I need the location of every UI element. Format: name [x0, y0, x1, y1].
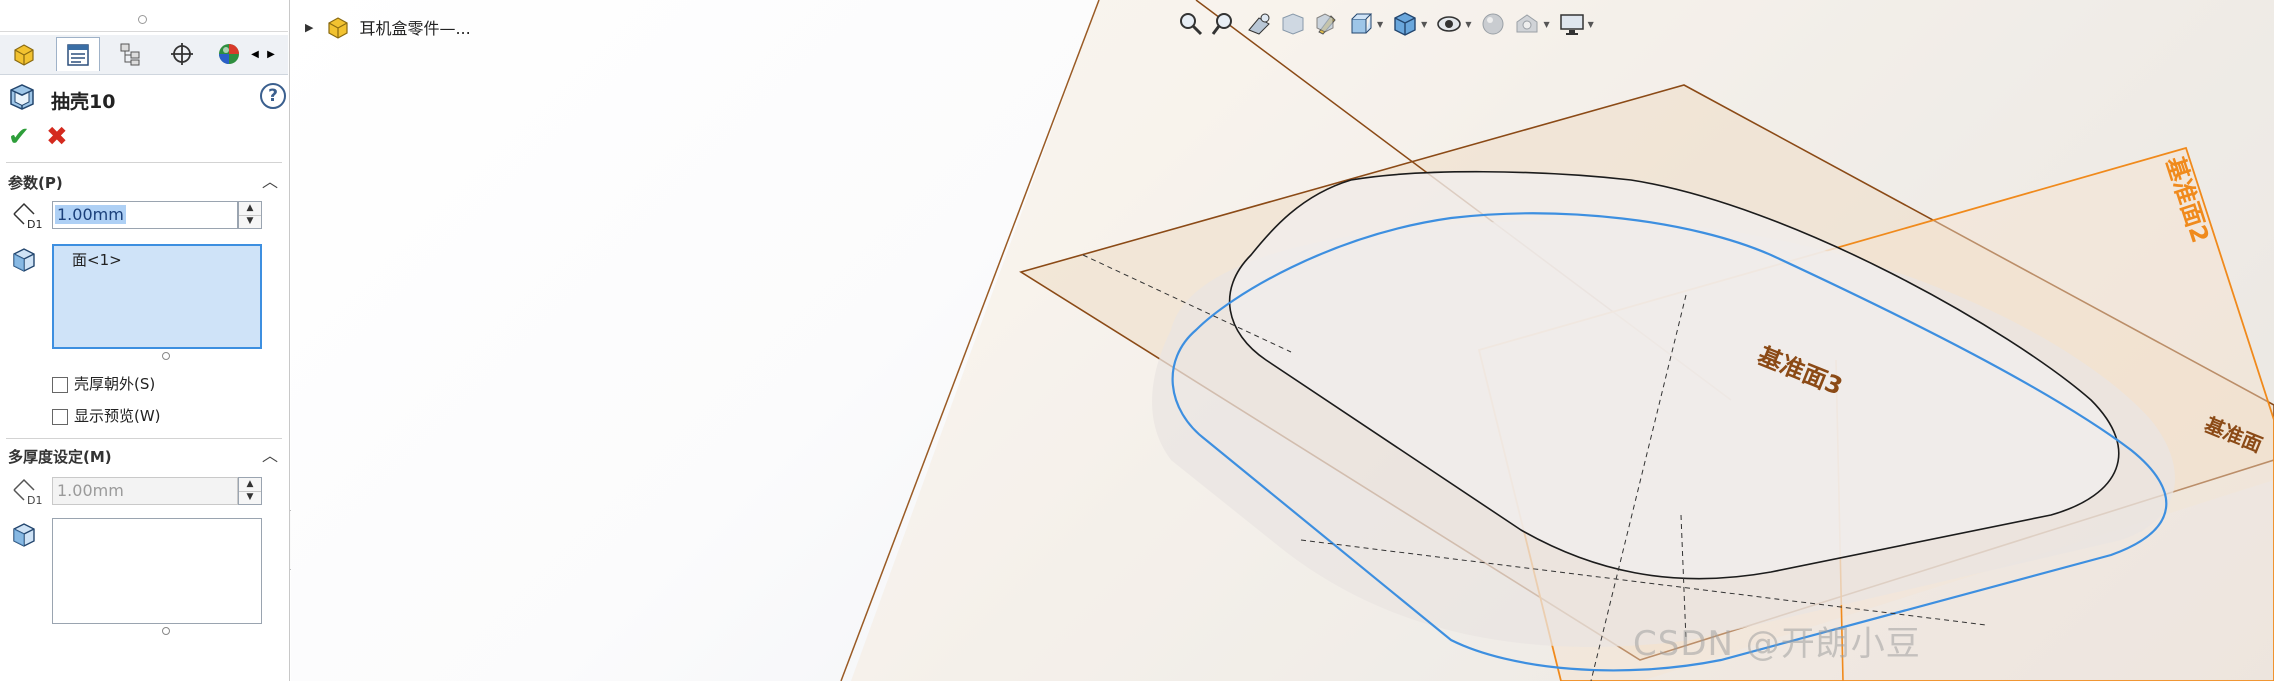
- panel-top-divider: [0, 31, 288, 32]
- appearance-ball-icon: [219, 44, 239, 64]
- thickness-dimension-icon: D1: [13, 202, 42, 230]
- multi-thickness-dimension-icon: D1: [13, 478, 42, 506]
- multi-thickness-input[interactable]: 1.00mm: [52, 477, 238, 505]
- crosshair-icon: [171, 43, 193, 65]
- edit-appearance-icon[interactable]: [1479, 10, 1507, 38]
- shell-outward-checkbox[interactable]: 壳厚朝外(S): [52, 373, 155, 393]
- tab-configurationmanager[interactable]: [108, 37, 152, 71]
- display-style-icon[interactable]: [1391, 10, 1419, 38]
- manager-tabs: ◀ ▶: [0, 35, 288, 75]
- section-divider: [6, 438, 282, 439]
- property-manager-panel: ◀ ▶ 抽壳10 ? ✔ ✖ 参数(P) ︿ D1 1.00mm ▲ ▼ 面<1…: [0, 0, 290, 681]
- selected-face-item[interactable]: 面<1>: [72, 249, 122, 270]
- multi-thickness-section-header[interactable]: 多厚度设定(M): [8, 446, 112, 467]
- checkbox-box[interactable]: [52, 376, 68, 393]
- spin-up-icon[interactable]: ▲: [239, 202, 261, 216]
- property-list-icon: [67, 43, 89, 66]
- checkbox-box[interactable]: [52, 408, 68, 425]
- tab-scroll-right[interactable]: ▶: [262, 37, 280, 71]
- face-select-icon: [13, 248, 35, 272]
- apply-scene-icon[interactable]: [1513, 10, 1541, 38]
- watermark: CSDN @开朗小豆: [1633, 624, 1921, 664]
- multi-thickness-stepper[interactable]: ▲ ▼: [238, 477, 262, 505]
- part-icon: [14, 44, 34, 66]
- config-tree-icon: [120, 43, 140, 66]
- hide-show-items-icon[interactable]: [1435, 10, 1463, 38]
- list-resize-grip[interactable]: [162, 352, 170, 360]
- multi-face-select-icon: [13, 523, 35, 547]
- thickness-input[interactable]: 1.00mm: [52, 201, 238, 229]
- feature-header: 抽壳10 ?: [8, 82, 286, 114]
- cancel-button[interactable]: ✖: [46, 124, 68, 150]
- feature-tree-flyout[interactable]: ▶ 耳机盒零件—...: [305, 14, 471, 40]
- graphics-viewport[interactable]: 基准面2 基准面3 基准面 ▶ 耳机盒零件—... ▼ ▼ ▼ ▼ ▼: [291, 0, 2274, 681]
- view-orientation-icon[interactable]: [1347, 10, 1375, 38]
- chevron-up-icon[interactable]: ︿: [262, 168, 278, 192]
- tab-dimxpert[interactable]: [160, 37, 204, 71]
- part-name: 耳机盒零件—...: [359, 19, 471, 38]
- spin-up-icon[interactable]: ▲: [239, 478, 261, 492]
- chevron-down-icon[interactable]: ▼: [1543, 20, 1549, 29]
- section-divider: [6, 162, 282, 163]
- list-resize-grip[interactable]: [162, 627, 170, 635]
- chevron-down-icon[interactable]: ▼: [1465, 20, 1471, 29]
- section-view-icon[interactable]: [1279, 10, 1307, 38]
- previous-view-icon[interactable]: [1245, 10, 1273, 38]
- zoom-to-area-icon[interactable]: [1211, 10, 1239, 38]
- part-icon: [328, 17, 349, 39]
- chevron-right-icon: ▶: [267, 48, 275, 60]
- tab-featuremanager[interactable]: [2, 37, 46, 71]
- spin-down-icon[interactable]: ▼: [239, 491, 261, 504]
- shell-feature-icon: [10, 84, 34, 110]
- help-button[interactable]: ?: [260, 83, 286, 109]
- chevron-up-icon[interactable]: ︿: [262, 442, 278, 466]
- show-preview-checkbox[interactable]: 显示预览(W): [52, 405, 161, 425]
- panel-top-grip[interactable]: [138, 15, 147, 24]
- show-preview-label: 显示预览(W): [74, 407, 161, 425]
- zoom-to-fit-icon[interactable]: [1177, 10, 1205, 38]
- chevron-left-icon: ◀: [251, 48, 259, 60]
- chevron-down-icon[interactable]: ▼: [1421, 20, 1427, 29]
- model-scene: 基准面2 基准面3 基准面: [840, 0, 2274, 681]
- tab-appearance[interactable]: [212, 37, 246, 71]
- params-section-header[interactable]: 参数(P): [8, 172, 63, 193]
- chevron-down-icon[interactable]: ▼: [1588, 20, 1594, 29]
- spin-down-icon[interactable]: ▼: [239, 215, 261, 228]
- multi-thickness-faces-list[interactable]: [52, 518, 262, 624]
- dynamic-annotation-icon[interactable]: [1313, 10, 1341, 38]
- expand-arrow-icon[interactable]: ▶: [305, 21, 313, 34]
- thickness-value: 1.00mm: [55, 205, 126, 224]
- shell-outward-label: 壳厚朝外(S): [74, 375, 156, 393]
- tab-propertymanager[interactable]: [56, 37, 100, 71]
- heads-up-view-toolbar: ▼ ▼ ▼ ▼ ▼: [1177, 8, 1596, 40]
- view-settings-icon[interactable]: [1558, 10, 1586, 38]
- feature-title: 抽壳10: [51, 91, 116, 113]
- multi-thickness-value: 1.00mm: [57, 481, 124, 500]
- svg-text:D1: D1: [27, 494, 42, 506]
- chevron-down-icon[interactable]: ▼: [1377, 20, 1383, 29]
- ok-button[interactable]: ✔: [8, 124, 30, 150]
- thickness-stepper[interactable]: ▲ ▼: [238, 201, 262, 229]
- svg-text:D1: D1: [27, 218, 42, 230]
